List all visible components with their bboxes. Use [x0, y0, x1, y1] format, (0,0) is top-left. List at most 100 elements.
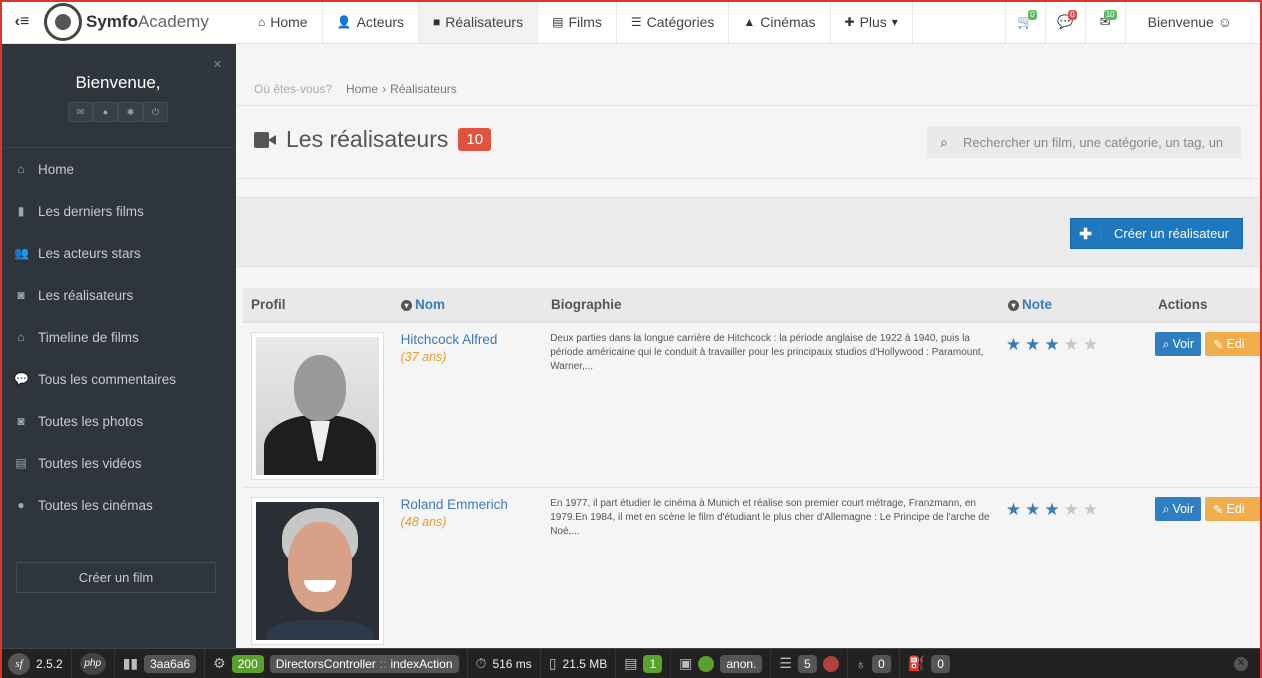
- action-bar: ✚ Créer un réalisateur: [236, 197, 1260, 267]
- edit-button[interactable]: ✎ Edi: [1205, 332, 1260, 356]
- voir-label: Voir: [1172, 502, 1194, 516]
- debug-events[interactable]: ⛽ 0: [898, 649, 958, 678]
- sidebar-item-acteurs-stars[interactable]: 👥 Les acteurs stars: [0, 232, 236, 274]
- database-icon: ☰: [779, 655, 792, 671]
- plus-icon: ✚: [844, 14, 855, 29]
- director-photo[interactable]: [251, 332, 384, 480]
- nav-plus-label: Plus: [859, 13, 887, 30]
- token-pill: 3aa6a6: [144, 654, 197, 673]
- envelope-icon[interactable]: ✉: [68, 102, 93, 122]
- sidebar-item-cinemas[interactable]: ● Toutes les cinémas: [0, 484, 236, 526]
- sidebar-item-home[interactable]: ⌂ Home: [0, 148, 236, 190]
- sidebar-item-realisateurs[interactable]: ◙ Les réalisateurs: [0, 274, 236, 316]
- nav-acteurs[interactable]: 👤 Acteurs: [323, 0, 420, 43]
- debug-php[interactable]: php: [70, 649, 114, 678]
- edit-button[interactable]: ✎ Edi: [1205, 497, 1260, 521]
- nav-plus-dropdown[interactable]: ✚ Plus ▾: [831, 0, 913, 43]
- brand[interactable]: SymfoAcademy: [44, 0, 244, 43]
- page-title: Les réalisateurs 10: [254, 126, 492, 153]
- debug-memory[interactable]: ▯ 21.5 MB: [539, 649, 615, 678]
- debug-request[interactable]: ⚙ 200 DirectorsController:: indexAction: [204, 649, 466, 678]
- user-welcome-menu[interactable]: Bienvenue ☺: [1124, 0, 1262, 43]
- rating-cell: ★ ★ ★ ★ ★: [998, 323, 1148, 487]
- table-row: Roland Emmerich (48 ans) En 1977, il par…: [243, 488, 1260, 648]
- voir-label: Voir: [1172, 337, 1194, 351]
- col-nom-sort[interactable]: ▾ Nom: [393, 297, 543, 312]
- search-input[interactable]: [961, 133, 1231, 151]
- search-box: ⌕: [927, 126, 1241, 158]
- close-toolbar-icon[interactable]: ✕: [1234, 656, 1248, 671]
- nav-realisateurs[interactable]: ■ Réalisateurs: [419, 0, 539, 43]
- voir-button[interactable]: ⌕ Voir: [1155, 332, 1201, 356]
- debug-user[interactable]: ▣ anon.: [670, 649, 770, 678]
- symfony-logo-icon: sf: [8, 652, 30, 675]
- sidebar-item-commentaires[interactable]: 💬 Tous les commentaires: [0, 358, 236, 400]
- messages-button[interactable]: ✉ 10: [1084, 0, 1125, 43]
- queries-pill: 5: [797, 654, 817, 673]
- create-film-button[interactable]: Créer un film: [16, 562, 216, 593]
- star-filled-icon: ★: [1044, 335, 1060, 354]
- debug-security[interactable]: ♁ 0: [846, 649, 899, 678]
- debug-logs[interactable]: ▤ 1: [615, 649, 670, 678]
- star-filled-icon: ★: [1005, 335, 1022, 354]
- nav-acteurs-label: Acteurs: [356, 13, 405, 30]
- portrait-image: [256, 502, 379, 640]
- divider: [236, 105, 1260, 106]
- sidebar-item-videos[interactable]: ▤ Toutes les vidéos: [0, 442, 236, 484]
- top-navbar: ‹≡ SymfoAcademy ⌂ Home 👤 Acteurs ■ Réalisat…: [0, 0, 1262, 44]
- create-director-button[interactable]: ✚ Créer un réalisateur: [1070, 218, 1243, 249]
- debug-time[interactable]: ⏱ 516 ms: [466, 649, 540, 678]
- user-status-dot: [698, 655, 715, 672]
- sidebar-item-label: Tous les commentaires: [38, 371, 177, 387]
- road-icon: ▲: [743, 14, 756, 29]
- breadcrumb-home[interactable]: Home: [346, 82, 378, 96]
- count-badge: 10: [458, 128, 492, 151]
- logs-pill: 1: [643, 654, 663, 673]
- user-icon: 👤: [336, 14, 352, 29]
- map-marker-icon: ●: [17, 498, 25, 512]
- nav-categories-label: Catégories: [646, 13, 715, 30]
- gear-icon: ⚙: [213, 655, 226, 671]
- director-name-link[interactable]: Roland Emmerich: [401, 497, 535, 512]
- voir-button[interactable]: ⌕ Voir: [1155, 497, 1201, 521]
- pencil-icon: ✎: [1213, 502, 1224, 517]
- rating-stars: ★ ★ ★ ★ ★: [1006, 332, 1140, 353]
- user-icon[interactable]: ●: [93, 102, 118, 122]
- sidebar-item-derniers-films[interactable]: ▮ Les derniers films: [0, 190, 236, 232]
- nav-cinemas[interactable]: ▲ Cinémas: [729, 0, 831, 43]
- sidebar-item-label: Timeline de films: [38, 329, 139, 345]
- sidebar-item-label: Toutes les vidéos: [38, 455, 142, 471]
- nav-films[interactable]: ▤ Films: [538, 0, 617, 43]
- sidebar-close-icon[interactable]: ×: [213, 56, 222, 73]
- cart-button[interactable]: 🛒 0: [1004, 0, 1045, 43]
- debug-token[interactable]: ▮▮ 3aa6a6: [113, 649, 204, 678]
- sidebar-toggle-icon[interactable]: ‹≡: [0, 0, 44, 43]
- comments-count-badge: 0: [1068, 10, 1077, 20]
- sidebar-item-label: Toutes les photos: [38, 413, 144, 429]
- power-icon[interactable]: ⏻: [143, 102, 168, 122]
- comments-button[interactable]: 💬 0: [1044, 0, 1085, 43]
- director-biography: Deux parties dans la longue carrière de …: [550, 333, 984, 372]
- php-logo-icon: php: [79, 652, 106, 675]
- star-filled-icon: ★: [1005, 500, 1022, 519]
- main-content: Où êtes-vous? Home › Réalisateurs Les ré…: [236, 44, 1260, 648]
- nav-home[interactable]: ⌂ Home: [244, 0, 323, 43]
- rating-stars: ★ ★ ★ ★ ★: [1006, 497, 1140, 518]
- create-director-label: Créer un réalisateur: [1114, 226, 1229, 241]
- debug-version[interactable]: sf 2.5.2: [0, 649, 71, 678]
- director-photo[interactable]: [251, 497, 384, 645]
- pencil-icon: ✎: [1213, 337, 1224, 352]
- security-icon: ♁: [855, 655, 867, 672]
- sidebar-item-label: Les derniers films: [38, 203, 144, 219]
- main-nav: ⌂ Home 👤 Acteurs ■ Réalisateurs ▤ Films ☰ Cat…: [244, 0, 913, 43]
- gear-icon[interactable]: ✱: [118, 102, 143, 122]
- debug-db[interactable]: ☰ 5: [770, 649, 846, 678]
- sidebar-item-timeline[interactable]: ⌂ Timeline de films: [0, 316, 236, 358]
- director-name-link[interactable]: Hitchcock Alfred: [401, 332, 535, 347]
- sidebar-item-photos[interactable]: ◙ Toutes les photos: [0, 400, 236, 442]
- breadcrumb: Où êtes-vous? Home › Réalisateurs: [254, 82, 457, 96]
- right-nav: 🛒 0 💬 0 ✉ 10 Bienvenue ☺: [1004, 0, 1262, 43]
- plus-icon: ✚: [1071, 224, 1101, 243]
- col-note-sort[interactable]: ▾ Note: [1000, 297, 1150, 312]
- nav-categories[interactable]: ☰ Catégories: [617, 0, 730, 43]
